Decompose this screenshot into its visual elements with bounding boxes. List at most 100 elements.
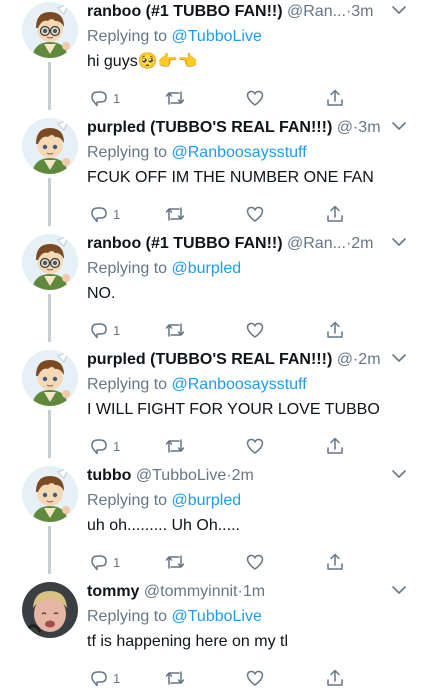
timestamp[interactable]: 2m [358, 350, 380, 370]
reply-button[interactable]: 1 [89, 667, 120, 689]
chevron-down-icon[interactable] [391, 583, 407, 595]
timestamp[interactable]: 3m [351, 2, 373, 22]
reply-count: 1 [113, 90, 121, 106]
replying-to: Replying to @Ranboosaysstuff [87, 142, 421, 164]
reply-count: 1 [113, 554, 121, 570]
like-button[interactable] [245, 667, 265, 689]
chevron-down-icon[interactable] [391, 3, 407, 15]
avatar[interactable] [22, 350, 78, 406]
avatar[interactable] [22, 2, 78, 58]
reply-icon [89, 436, 109, 456]
tweet-content: ranboo (#1 TUBBO FAN!!) @Ran... · 3m Repl… [87, 2, 421, 111]
retweet-icon [164, 320, 186, 340]
retweet-button[interactable] [164, 87, 186, 109]
tweet[interactable]: ranboo (#1 TUBBO FAN!!) @Ran... · 2m Repl… [0, 234, 431, 348]
display-name[interactable]: purpled (TUBBO'S REAL FAN!!!) [87, 350, 332, 370]
user-handle[interactable]: @tommyinnit [144, 582, 238, 602]
replying-to-mention[interactable]: @TubboLive [172, 608, 262, 625]
replying-to-mention[interactable]: @Ranboosaysstuff [172, 376, 307, 393]
avatar[interactable] [22, 466, 78, 522]
tweet[interactable]: tommy @tommyinnit · 1m Replying to @Tubbo… [0, 582, 431, 696]
reply-icon [89, 668, 109, 688]
timestamp[interactable]: 2m [232, 466, 254, 486]
replying-to-mention[interactable]: @burpled [172, 492, 242, 509]
reply-count: 1 [113, 438, 121, 454]
like-button[interactable] [245, 203, 265, 225]
share-button[interactable] [325, 435, 345, 457]
reply-button[interactable]: 1 [89, 87, 120, 109]
user-handle[interactable]: @Ran... [287, 2, 346, 22]
tweet[interactable]: purpled (TUBBO'S REAL FAN!!!) @ · 3m Repl… [0, 118, 431, 232]
share-icon [325, 320, 345, 340]
reply-button[interactable]: 1 [89, 435, 120, 457]
display-name[interactable]: tommy [87, 582, 139, 602]
retweet-button[interactable] [164, 667, 186, 689]
chevron-down-icon[interactable] [391, 351, 407, 363]
user-handle[interactable]: @ [337, 118, 353, 138]
user-handle[interactable]: @ [337, 350, 353, 370]
timestamp[interactable]: 2m [351, 234, 373, 254]
replying-to-mention[interactable]: @TubboLive [172, 28, 262, 45]
tweet-text: I WILL FIGHT FOR YOUR LOVE TUBBO [87, 401, 380, 418]
like-button[interactable] [245, 551, 265, 573]
retweet-button[interactable] [164, 435, 186, 457]
avatar[interactable] [22, 234, 78, 290]
tweet-header: purpled (TUBBO'S REAL FAN!!!) @ · 3m [87, 118, 421, 140]
retweet-button[interactable] [164, 551, 186, 573]
user-handle[interactable]: @Ran... [287, 234, 346, 254]
replying-to-label: Replying to [87, 608, 172, 625]
tweet-content: tubbo @TubboLive · 2m Replying to @burple… [87, 466, 421, 575]
cartoon-avatar-icon [22, 350, 78, 406]
retweet-button[interactable] [164, 319, 186, 341]
retweet-icon [164, 668, 186, 688]
tweet-actions: 1 [87, 87, 421, 111]
share-icon [325, 204, 345, 224]
reply-button[interactable]: 1 [89, 319, 120, 341]
tweet-header: tommy @tommyinnit · 1m [87, 582, 421, 604]
replying-to: Replying to @TubboLive [87, 606, 421, 628]
reply-thread: ranboo (#1 TUBBO FAN!!) @Ran... · 3m Repl… [0, 0, 431, 687]
retweet-icon [164, 204, 186, 224]
share-button[interactable] [325, 87, 345, 109]
replying-to-mention[interactable]: @Ranboosaysstuff [172, 144, 307, 161]
tweet[interactable]: purpled (TUBBO'S REAL FAN!!!) @ · 2m Repl… [0, 350, 431, 464]
share-button[interactable] [325, 551, 345, 573]
like-button[interactable] [245, 87, 265, 109]
tweet-text: NO. [87, 285, 116, 302]
tweet[interactable]: ranboo (#1 TUBBO FAN!!) @Ran... · 3m Repl… [0, 2, 431, 116]
like-button[interactable] [245, 435, 265, 457]
timestamp[interactable]: 1m [243, 582, 265, 602]
reply-button[interactable]: 1 [89, 551, 120, 573]
display-name[interactable]: ranboo (#1 TUBBO FAN!!) [87, 234, 283, 254]
user-handle[interactable]: @TubboLive [136, 466, 226, 486]
display-name[interactable]: tubbo [87, 466, 131, 486]
tweet[interactable]: tubbo @TubboLive · 2m Replying to @burple… [0, 466, 431, 580]
avatar[interactable] [22, 582, 78, 638]
reply-count: 1 [113, 322, 121, 338]
retweet-icon [164, 552, 186, 572]
timestamp[interactable]: 3m [358, 118, 380, 138]
share-icon [325, 668, 345, 688]
tweet-actions: 1 [87, 319, 421, 343]
chevron-down-icon[interactable] [391, 467, 407, 479]
like-button[interactable] [245, 319, 265, 341]
share-button[interactable] [325, 667, 345, 689]
reply-count: 1 [113, 206, 121, 222]
replying-to: Replying to @burpled [87, 258, 421, 280]
tweet-header: purpled (TUBBO'S REAL FAN!!!) @ · 2m [87, 350, 421, 372]
display-name[interactable]: ranboo (#1 TUBBO FAN!!) [87, 2, 283, 22]
display-name[interactable]: purpled (TUBBO'S REAL FAN!!!) [87, 118, 332, 138]
share-button[interactable] [325, 319, 345, 341]
retweet-icon [164, 436, 186, 456]
replying-to-mention[interactable]: @burpled [172, 260, 242, 277]
chevron-down-icon[interactable] [391, 119, 407, 131]
replying-to-label: Replying to [87, 376, 172, 393]
chevron-down-icon[interactable] [391, 235, 407, 247]
tweet-actions: 1 [87, 203, 421, 227]
share-button[interactable] [325, 203, 345, 225]
avatar[interactable] [22, 118, 78, 174]
cartoon-avatar-icon [22, 118, 78, 174]
retweet-button[interactable] [164, 203, 186, 225]
tweet-text: uh oh......... Uh Oh..... [87, 517, 240, 534]
reply-button[interactable]: 1 [89, 203, 120, 225]
